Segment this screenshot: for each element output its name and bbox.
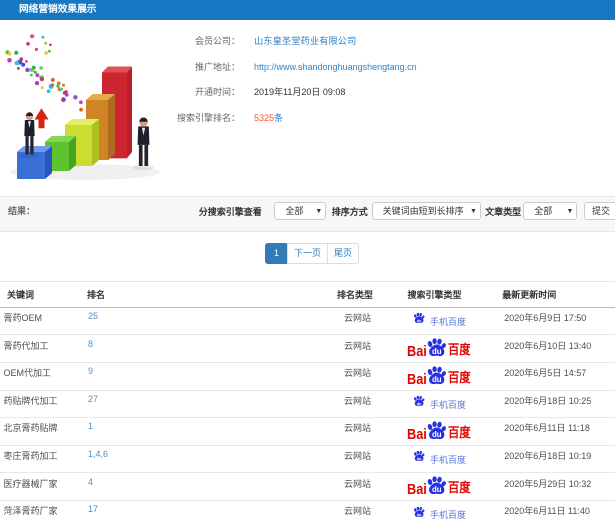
svg-text:du: du — [431, 430, 441, 439]
svg-text:du: du — [417, 319, 422, 323]
svg-text:du: du — [431, 486, 441, 495]
svg-text:du: du — [417, 457, 422, 461]
svg-text:du: du — [431, 375, 441, 384]
svg-text:du: du — [431, 348, 441, 357]
svg-text:du: du — [417, 512, 422, 516]
svg-text:du: du — [417, 402, 422, 406]
